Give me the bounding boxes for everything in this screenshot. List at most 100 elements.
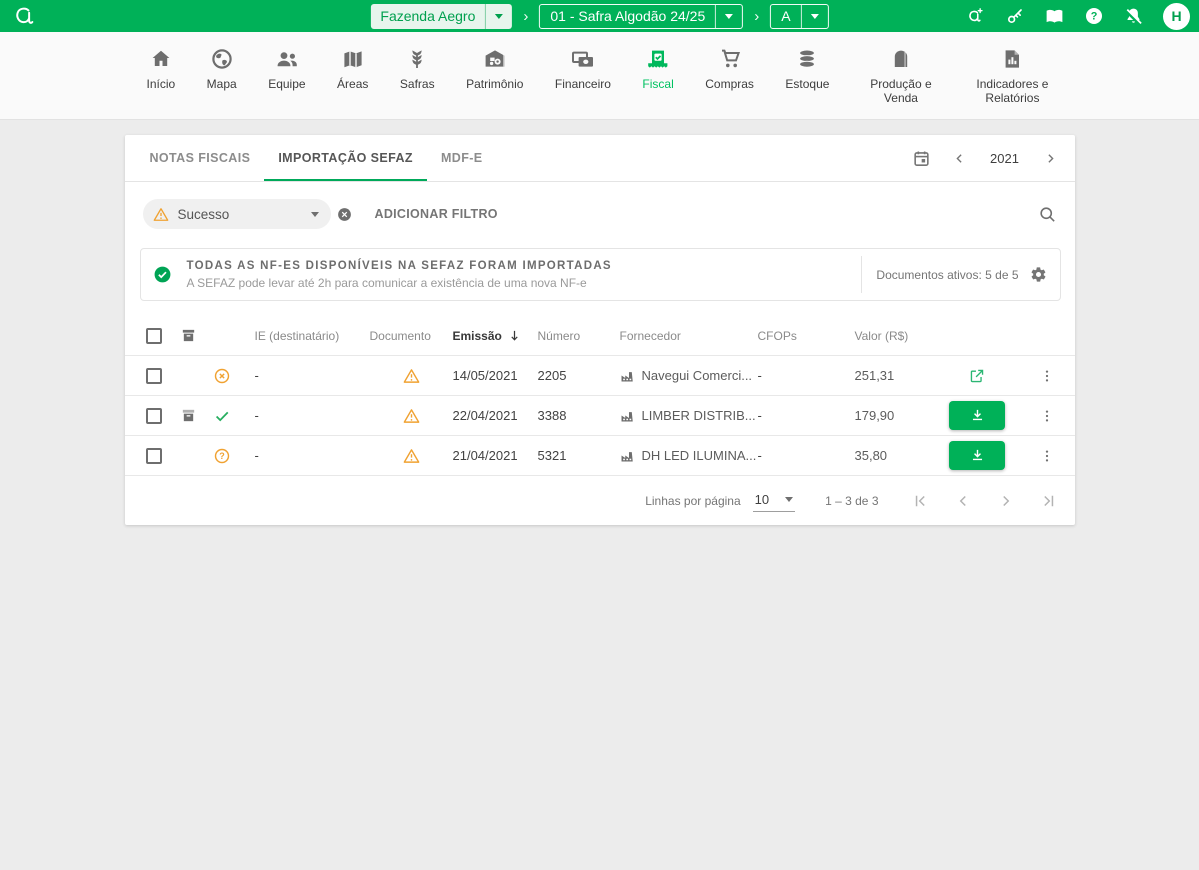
status-unknown-icon: ? xyxy=(213,447,255,465)
cell-fornecedor: LIMBER DISTRIB... xyxy=(642,408,756,423)
plot-selector-label: A xyxy=(771,5,800,28)
pager-last-button[interactable] xyxy=(1040,492,1058,510)
svg-text:?: ? xyxy=(1091,11,1098,23)
people-icon xyxy=(274,45,300,71)
nav-item-safras[interactable]: Safras xyxy=(400,45,435,106)
factory-icon xyxy=(620,369,635,383)
remove-filter-button[interactable] xyxy=(336,206,353,223)
main-nav: Início Mapa Equipe Áreas Safras Patrimôn… xyxy=(0,32,1199,120)
active-docs-label: Documentos ativos: 5 de 5 xyxy=(876,268,1018,282)
header-ie[interactable]: IE (destinatário) xyxy=(255,329,370,343)
settings-gear-icon[interactable] xyxy=(1030,266,1047,283)
invite-aegro-plus-icon[interactable] xyxy=(964,5,986,27)
search-icon[interactable] xyxy=(1038,205,1057,224)
breadcrumb-separator: › xyxy=(523,8,528,25)
breadcrumb: Fazenda Aegro › 01 - Safra Algodão 24/25… xyxy=(370,0,828,32)
table-row: - 22/04/2021 3388 LIMBER DISTRIB... - 17… xyxy=(125,396,1075,436)
plot-selector[interactable]: A xyxy=(770,4,828,29)
breadcrumb-separator: › xyxy=(754,8,759,25)
download-nfe-button[interactable] xyxy=(949,441,1005,470)
tab-mdf-e[interactable]: MDF-E xyxy=(427,135,497,181)
nav-item-estoque[interactable]: Estoque xyxy=(785,45,829,106)
next-year-button[interactable] xyxy=(1043,151,1058,166)
page-body: NOTAS FISCAIS IMPORTAÇÃO SEFAZ MDF-E 202… xyxy=(0,120,1199,525)
nav-item-inicio[interactable]: Início xyxy=(147,45,176,106)
pager-prev-button[interactable] xyxy=(954,492,972,510)
cell-cfops: - xyxy=(758,368,855,383)
nav-item-compras[interactable]: Compras xyxy=(705,45,754,106)
barn-tractor-icon xyxy=(482,45,508,71)
open-nfe-button[interactable] xyxy=(935,367,1020,385)
banknote-icon xyxy=(570,45,596,71)
report-chart-icon xyxy=(1000,45,1024,71)
calendar-icon[interactable] xyxy=(912,149,931,168)
add-filter-button[interactable]: ADICIONAR FILTRO xyxy=(375,207,498,221)
farm-selector[interactable]: Fazenda Aegro xyxy=(370,4,512,29)
cell-emissao: 22/04/2021 xyxy=(453,408,538,423)
header-fornecedor[interactable]: Fornecedor xyxy=(620,329,758,343)
rows-per-page-label: Linhas por página xyxy=(645,494,740,508)
row-menu-button[interactable] xyxy=(1020,368,1075,384)
success-check-icon xyxy=(153,265,172,284)
table-row: ? - 21/04/2021 5321 DH LED ILUMINA... - … xyxy=(125,436,1075,476)
chevron-down-icon xyxy=(785,497,793,502)
notifications-off-icon[interactable] xyxy=(1123,6,1144,27)
download-nfe-button[interactable] xyxy=(949,401,1005,430)
rows-per-page-select[interactable]: 10 xyxy=(753,490,795,512)
header-documento[interactable]: Documento xyxy=(370,329,453,343)
row-menu-button[interactable] xyxy=(1020,408,1075,424)
tab-importacao-sefaz[interactable]: IMPORTAÇÃO SEFAZ xyxy=(264,135,427,181)
chevron-down-icon xyxy=(486,4,512,29)
prev-year-button[interactable] xyxy=(952,151,967,166)
cart-icon xyxy=(718,45,742,71)
pager-first-button[interactable] xyxy=(911,492,929,510)
select-all-checkbox[interactable] xyxy=(146,328,162,344)
row-menu-button[interactable] xyxy=(1020,448,1075,464)
year-navigator: 2021 xyxy=(912,149,1058,168)
cell-fornecedor: Navegui Comerci... xyxy=(642,368,753,383)
nav-item-producao-venda[interactable]: Produção e Venda xyxy=(861,45,941,106)
coins-stack-icon xyxy=(795,45,819,71)
row-checkbox[interactable] xyxy=(146,368,162,384)
receipt-check-icon xyxy=(645,45,671,71)
document-warning-icon[interactable] xyxy=(370,448,453,464)
banner-title: TODAS AS NF-ES DISPONÍVEIS NA SEFAZ FORA… xyxy=(187,260,612,272)
tab-notas-fiscais[interactable]: NOTAS FISCAIS xyxy=(136,135,265,181)
nav-item-mapa[interactable]: Mapa xyxy=(207,45,237,106)
nav-item-financeiro[interactable]: Financeiro xyxy=(555,45,611,106)
warning-icon xyxy=(153,207,169,222)
cell-valor: 251,31 xyxy=(855,368,935,383)
archive-column-icon xyxy=(180,327,213,344)
header-cfops[interactable]: CFOPs xyxy=(758,329,855,343)
filter-chip-status[interactable]: Sucesso xyxy=(143,199,331,229)
help-icon[interactable]: ? xyxy=(1084,6,1104,26)
nav-item-indicadores[interactable]: Indicadores e Relatórios xyxy=(972,45,1052,106)
pager-next-button[interactable] xyxy=(997,492,1015,510)
download-icon xyxy=(969,407,986,424)
aegro-logo-icon[interactable] xyxy=(11,4,36,29)
document-warning-icon[interactable] xyxy=(370,368,453,384)
chevron-down-icon xyxy=(802,5,828,28)
cell-numero: 2205 xyxy=(538,368,620,383)
avatar[interactable]: H xyxy=(1163,3,1190,30)
row-checkbox[interactable] xyxy=(146,408,162,424)
map-icon xyxy=(341,45,365,71)
chevron-down-icon xyxy=(311,212,319,217)
nav-item-fiscal[interactable]: Fiscal xyxy=(642,45,673,106)
cell-emissao: 21/04/2021 xyxy=(453,448,538,463)
nav-item-areas[interactable]: Áreas xyxy=(337,45,368,106)
key-icon[interactable] xyxy=(1005,6,1025,26)
season-selector[interactable]: 01 - Safra Algodão 24/25 xyxy=(539,4,743,29)
factory-icon xyxy=(620,449,635,463)
status-success-icon xyxy=(213,407,255,425)
header-valor[interactable]: Valor (R$) xyxy=(855,329,935,343)
header-emissao-sort[interactable]: Emissão xyxy=(453,328,538,343)
nav-item-equipe[interactable]: Equipe xyxy=(268,45,305,106)
filter-bar: Sucesso ADICIONAR FILTRO xyxy=(125,182,1075,248)
cell-numero: 5321 xyxy=(538,448,620,463)
document-warning-icon[interactable] xyxy=(370,408,453,424)
header-numero[interactable]: Número xyxy=(538,329,620,343)
manual-book-icon[interactable] xyxy=(1044,6,1065,27)
nav-item-patrimonio[interactable]: Patrimônio xyxy=(466,45,523,106)
row-checkbox[interactable] xyxy=(146,448,162,464)
